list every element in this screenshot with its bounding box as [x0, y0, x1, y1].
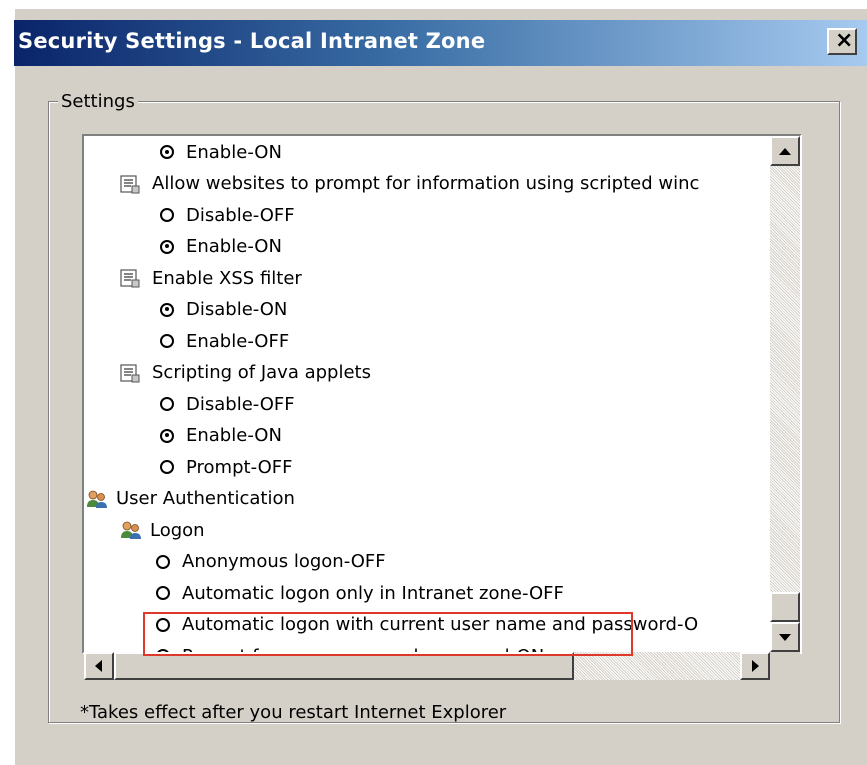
window: Security Settings - Local Intranet Zone … [0, 0, 867, 765]
restart-footnote: *Takes effect after you restart Internet… [80, 702, 507, 723]
radio-unchecked-icon[interactable] [160, 397, 174, 411]
radio-option[interactable]: Disable-OFF [160, 390, 295, 418]
radio-unchecked-icon[interactable] [160, 208, 174, 222]
scroll-thumb-horizontal[interactable] [114, 652, 574, 680]
script-settings-icon [120, 363, 140, 382]
arrow-right-icon [752, 660, 759, 672]
setting-label: Automatic logon only in Intranet zone-OF… [182, 582, 564, 604]
radio-option[interactable]: Enable-ON [160, 233, 282, 261]
setting-label: Disable-OFF [186, 393, 295, 415]
scroll-thumb[interactable] [770, 592, 800, 622]
setting-category: Allow websites to prompt for information… [120, 170, 699, 198]
scrollbar-corner [770, 652, 800, 680]
radio-checked-icon[interactable] [160, 145, 174, 159]
radio-option[interactable]: Enable-ON [160, 422, 282, 450]
arrow-up-icon [779, 148, 791, 155]
setting-label: Scripting of Java applets [152, 362, 371, 383]
setting-label: Prompt-OFF [186, 456, 293, 478]
radio-option[interactable]: Automatic logon only in Intranet zone-OF… [156, 579, 564, 607]
setting-category: Enable XSS filter [120, 264, 302, 292]
setting-label: Enable XSS filter [152, 267, 302, 289]
radio-unchecked-icon[interactable] [160, 334, 174, 348]
radio-option[interactable]: Anonymous logon-OFF [156, 548, 386, 576]
close-icon: × [835, 28, 854, 53]
title-bar[interactable]: Security Settings - Local Intranet Zone … [14, 20, 867, 66]
settings-list[interactable]: Enable-ON Allow websites to prompt for in… [82, 134, 802, 654]
setting-label: Disable-OFF [186, 204, 295, 226]
close-button[interactable]: × [827, 28, 857, 55]
window-title: Security Settings - Local Intranet Zone [18, 29, 486, 53]
setting-label: Enable-ON [186, 425, 282, 446]
radio-checked-icon[interactable] [160, 302, 174, 317]
horizontal-scrollbar[interactable] [84, 652, 770, 680]
radio-unchecked-icon[interactable] [156, 586, 170, 600]
radio-option[interactable]: Disable-OFF [160, 201, 295, 229]
arrow-left-icon [95, 660, 102, 672]
radio-option[interactable]: Enable-ON [160, 138, 282, 166]
setting-label: Logon [150, 519, 205, 541]
radio-option[interactable]: Prompt-OFF [160, 453, 292, 481]
radio-checked-icon[interactable] [160, 428, 174, 443]
section-header: User Authentication [86, 485, 295, 513]
radio-option[interactable]: Disable-ON [160, 296, 287, 324]
script-settings-icon [120, 269, 140, 288]
setting-label: Anonymous logon-OFF [182, 551, 386, 572]
arrow-down-icon [779, 634, 791, 641]
radio-option[interactable]: Enable-OFF [160, 327, 289, 355]
setting-label: Disable-ON [186, 299, 288, 320]
setting-category: Scripting of Java applets [120, 359, 371, 387]
setting-label: Enable-ON [186, 236, 282, 257]
radio-unchecked-icon[interactable] [156, 554, 170, 569]
scroll-right-button[interactable] [740, 652, 770, 680]
vertical-scrollbar[interactable] [770, 136, 800, 652]
radio-unchecked-icon[interactable] [156, 617, 170, 632]
scroll-left-button[interactable] [84, 652, 114, 680]
scroll-up-button[interactable] [770, 136, 800, 166]
setting-label: Automatic logon with current user name a… [182, 614, 699, 635]
users-icon [87, 490, 107, 508]
subsection-header: Logon [120, 516, 205, 544]
settings-group-label: Settings [58, 91, 138, 112]
radio-checked-icon[interactable] [160, 239, 174, 254]
radio-unchecked-icon[interactable] [160, 460, 174, 474]
scroll-down-button[interactable] [770, 622, 800, 652]
setting-label: Allow websites to prompt for information… [152, 173, 700, 194]
setting-label: Enable-OFF [186, 330, 290, 352]
script-settings-icon [120, 174, 140, 193]
radio-option[interactable]: Automatic logon with current user name a… [156, 611, 698, 639]
setting-label: User Authentication [116, 488, 295, 509]
users-icon [121, 521, 141, 539]
setting-label: Enable-ON [186, 141, 282, 163]
